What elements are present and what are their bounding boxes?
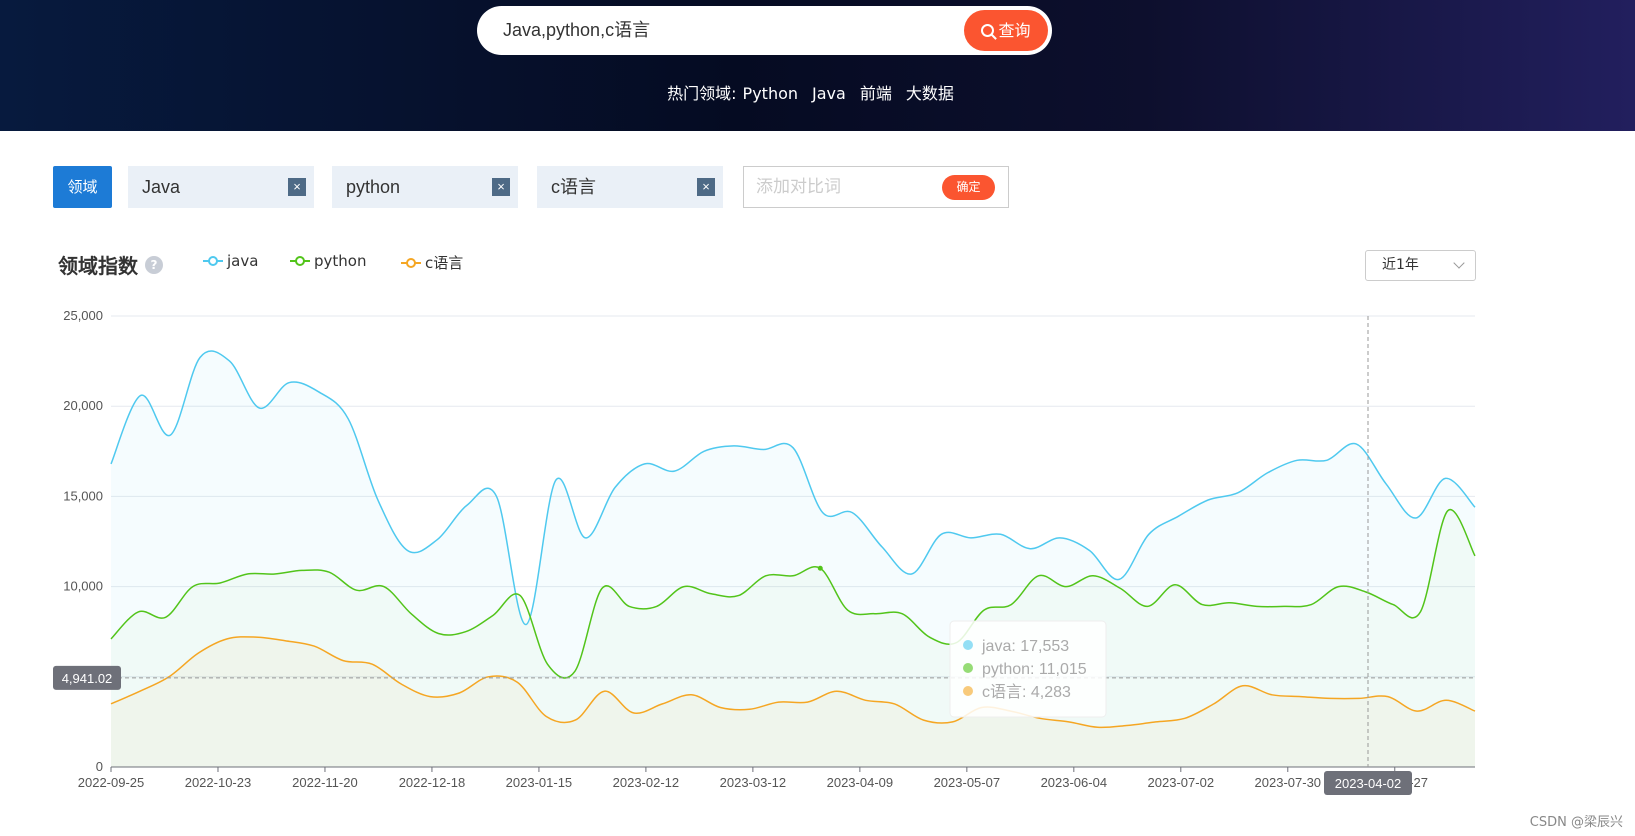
y-tick-label: 10,000 — [63, 579, 103, 594]
tooltip-row: c语言: 4,283 — [982, 683, 1071, 701]
x-tick-label: 2023-07-02 — [1148, 775, 1215, 790]
x-tick-label: 2022-12-18 — [399, 775, 466, 790]
x-tick-label: 2022-10-23 — [185, 775, 252, 790]
tooltip-row: java: 17,553 — [981, 638, 1069, 655]
x-tick-label: 2023-05-07 — [934, 775, 1001, 790]
x-tick-label: 2023-01-15 — [506, 775, 573, 790]
tooltip-dot-icon — [963, 663, 973, 673]
highlight-point — [817, 565, 823, 571]
pointer-y-label: 4,941.02 — [62, 671, 113, 686]
tooltip-dot-icon — [963, 640, 973, 650]
pointer-x-label: 2023-04-02 — [1335, 776, 1402, 791]
y-tick-label: 25,000 — [63, 308, 103, 323]
y-tick-label: 0 — [96, 759, 103, 774]
x-tick-label: 2022-11-20 — [292, 775, 358, 790]
y-tick-label: 20,000 — [63, 398, 103, 413]
tooltip-row: python: 11,015 — [982, 661, 1087, 678]
tooltip-dot-icon — [963, 686, 973, 696]
x-tick-label: 2023-02-12 — [613, 775, 680, 790]
x-tick-label: 2023-04-09 — [827, 775, 894, 790]
x-tick-label: 2023-03-12 — [720, 775, 787, 790]
y-tick-label: 15,000 — [63, 488, 103, 503]
x-tick-label: 2023-07-30 — [1255, 775, 1322, 790]
watermark: CSDN @梁辰兴 — [1529, 815, 1623, 830]
x-tick-label: 2022-09-25 — [78, 775, 145, 790]
chart-area: 05,00010,00015,00020,00025,0002022-09-25… — [53, 308, 1476, 795]
x-tick-label: 2023-06-04 — [1041, 775, 1108, 790]
